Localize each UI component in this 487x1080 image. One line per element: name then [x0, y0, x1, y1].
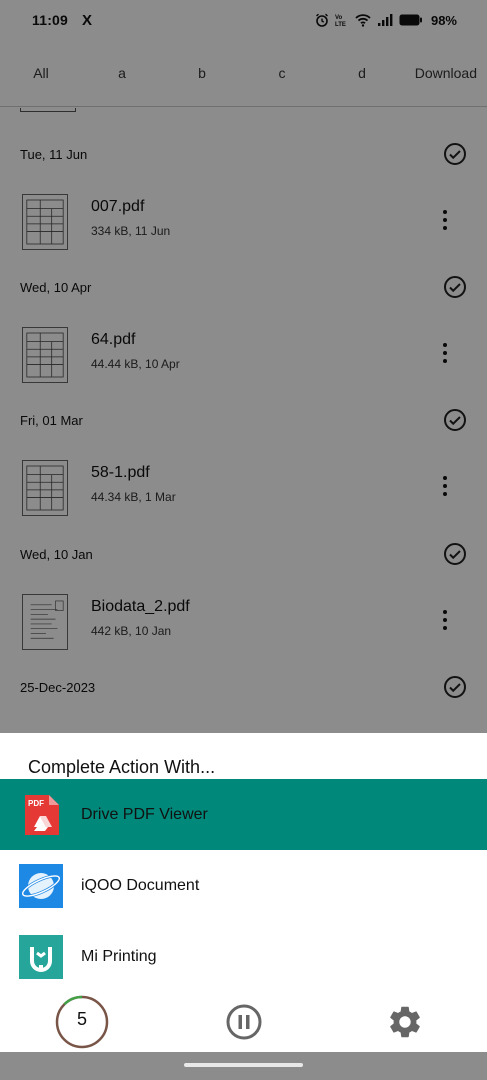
complete-action-sheet: Complete Action With... PDF Drive PDF Vi… — [0, 733, 487, 1052]
drive-pdf-viewer-icon: PDF — [25, 794, 59, 835]
countdown-timer[interactable]: 5 — [55, 995, 109, 1049]
sheet-title: Complete Action With... — [28, 757, 216, 777]
countdown-value: 5 — [76, 1009, 87, 1029]
home-indicator[interactable] — [184, 1063, 303, 1067]
app-label: Mi Printing — [81, 947, 157, 965]
iqoo-document-icon — [19, 863, 63, 908]
app-option-iqoo-document[interactable]: iQOO Document — [0, 850, 487, 921]
app-option-mi-printing[interactable]: Mi Printing — [0, 921, 487, 992]
app-label: Drive PDF Viewer — [81, 805, 208, 823]
pause-icon[interactable] — [225, 1003, 263, 1041]
screen: 11:09 X Vo LTE 98% All a b c d Download T… — [0, 0, 487, 1080]
app-label: iQOO Document — [81, 876, 200, 894]
pdf-badge-text: PDF — [28, 799, 44, 808]
app-option-drive-pdf-viewer[interactable]: PDF Drive PDF Viewer — [0, 779, 487, 850]
gear-icon[interactable] — [386, 1003, 424, 1041]
dim-overlay[interactable] — [0, 0, 487, 733]
sheet-controls: 5 — [0, 985, 487, 1049]
mi-printing-icon — [19, 934, 63, 979]
